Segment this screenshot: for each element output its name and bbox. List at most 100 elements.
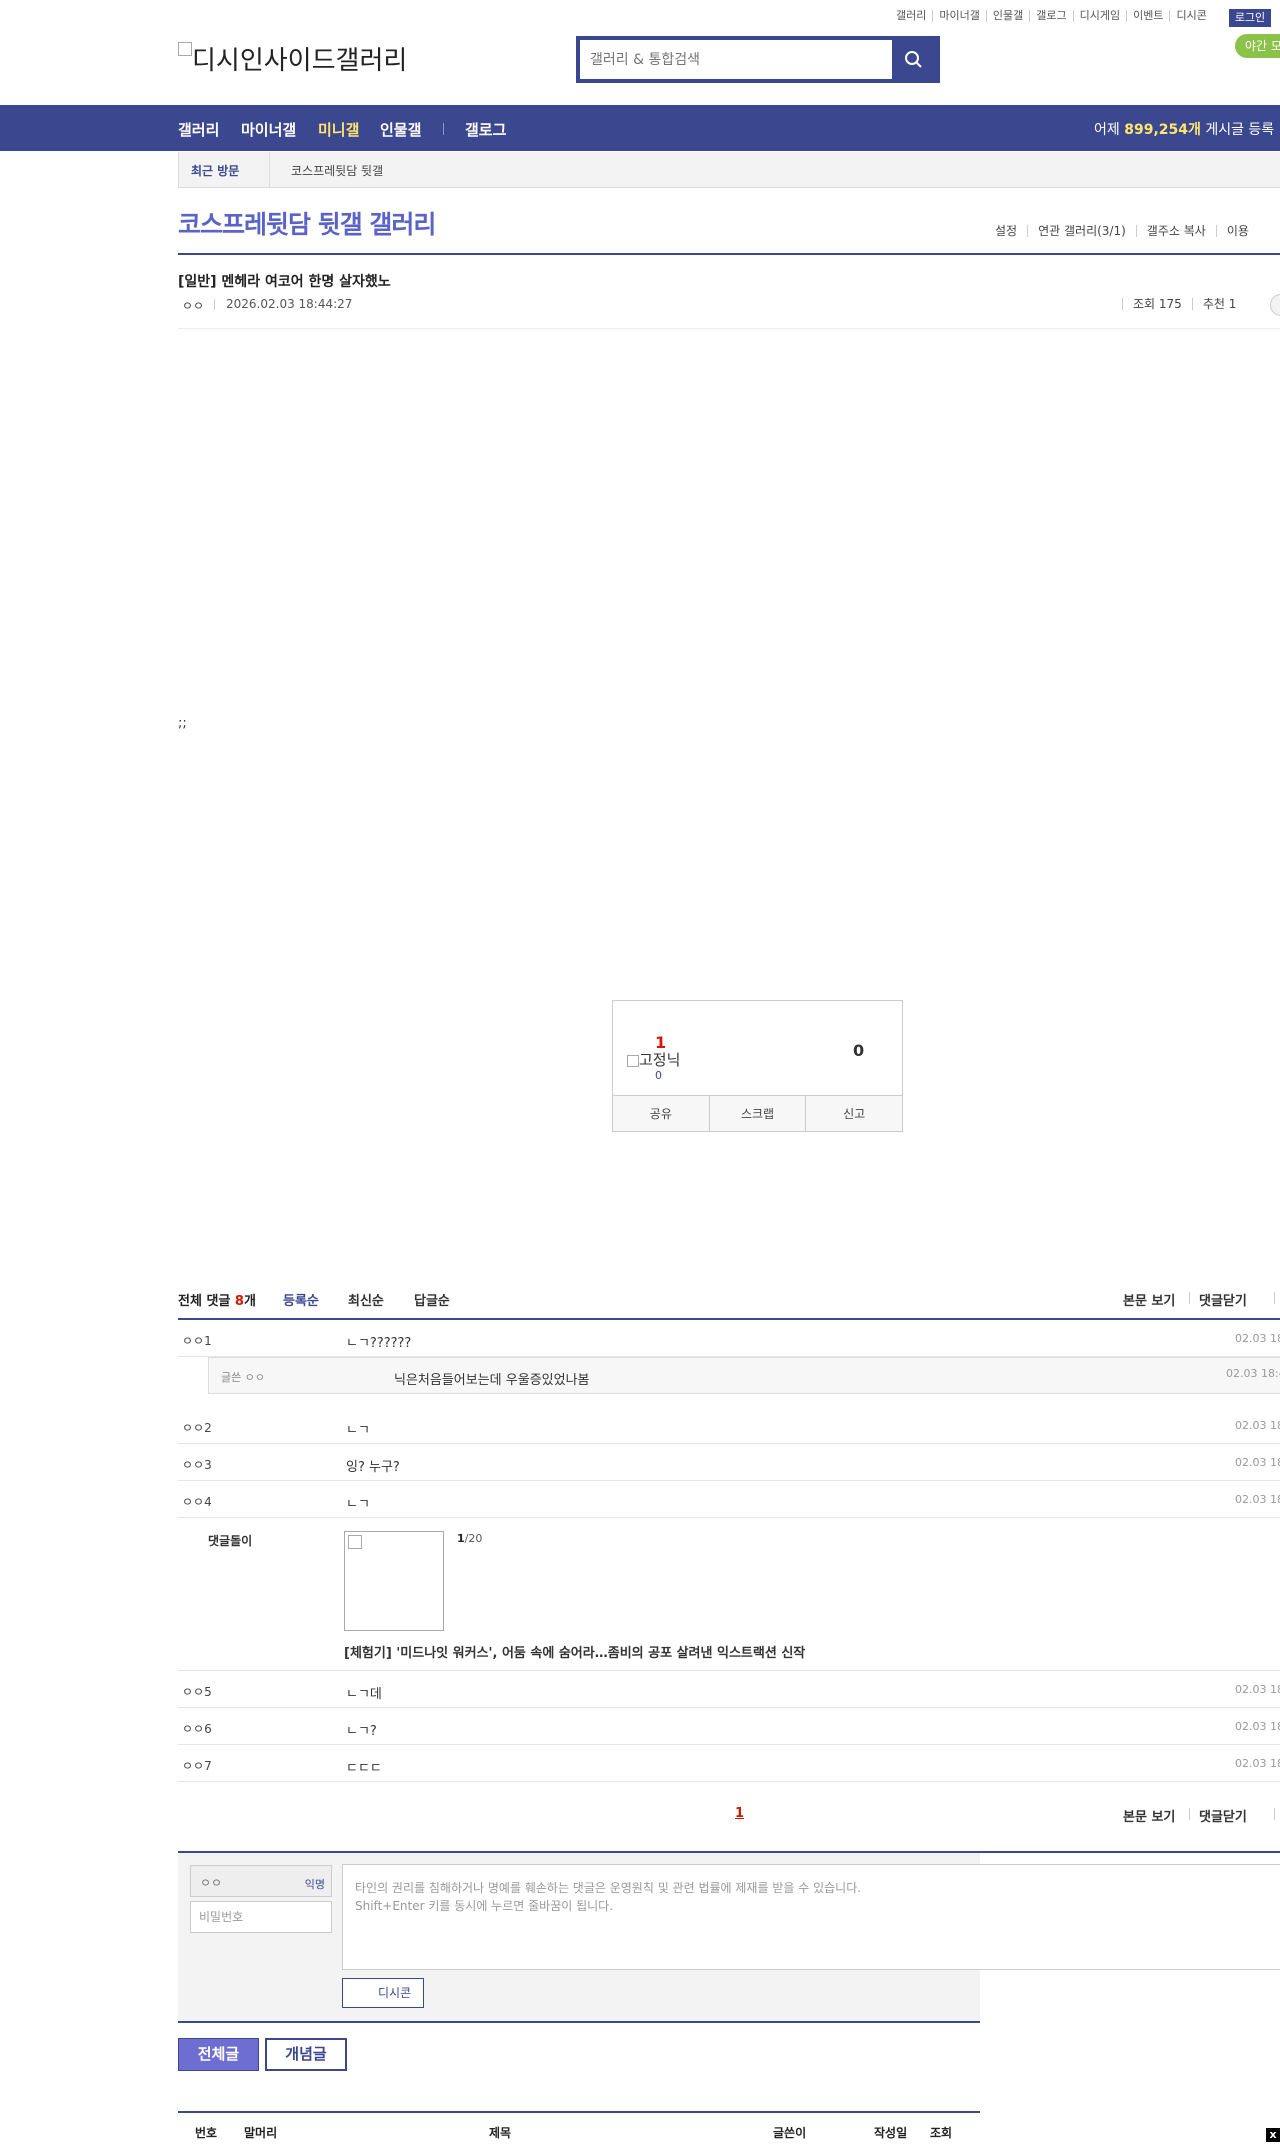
comment-row: ㅇㅇ4 ㄴㄱ 02.03 18 — [178, 1481, 1280, 1518]
close-comments-link[interactable]: 댓글닫기 — [1199, 1290, 1247, 1309]
top-link-dccon[interactable]: 디시콘 — [1169, 10, 1212, 22]
gallery-usage[interactable]: 이용 — [1215, 225, 1259, 237]
view-body-link[interactable]: 본문 보기 — [1123, 1290, 1175, 1309]
list-head-date: 작성일 — [874, 2126, 908, 2140]
comment-count: 8 — [234, 1294, 244, 1309]
post-stat-suffix: 게시글 등록 — [1200, 122, 1275, 138]
night-mode-button[interactable]: 야간 모 — [1235, 34, 1280, 58]
dccon-button[interactable]: 디시콘 — [342, 1978, 424, 2008]
reply-text: 닉은처음들어보는데 우울증있었나봄 — [394, 1373, 590, 1388]
top-link-event[interactable]: 이벤트 — [1126, 10, 1169, 22]
sort-latest[interactable]: 최신순 — [348, 1290, 384, 1309]
top-link-minor[interactable]: 마이너갤 — [932, 10, 985, 22]
comment-placeholder-line1: 타인의 권리를 침해하거나 명예를 훼손하는 댓글은 운영원칙 및 관련 법률에… — [355, 1881, 862, 1895]
fixnick-label: 고정닉 — [639, 1051, 681, 1069]
list-head-title: 제목 — [489, 2126, 512, 2140]
search-button[interactable] — [892, 40, 936, 79]
comment-nick[interactable]: ㅇㅇ4 — [182, 1493, 212, 1510]
comment-date: 02.03 18 — [1235, 1757, 1280, 1770]
recent-visit-item[interactable]: 코스프레뒷담 뒷갤 — [291, 162, 383, 179]
title-divider — [178, 253, 1280, 255]
scrap-button[interactable]: 스크랩 — [708, 1096, 806, 1131]
gallery-settings[interactable]: 설정 — [985, 225, 1027, 237]
comment-password-field[interactable]: 비밀번호 — [190, 1901, 332, 1933]
recent-visits-label[interactable]: 최근 방문 — [191, 162, 239, 179]
comment-date: 02.03 18 — [1235, 1419, 1280, 1432]
post-stat-value: 899,254개 — [1124, 122, 1201, 138]
search-box — [576, 36, 940, 83]
close-ad-button[interactable]: x — [1266, 2128, 1280, 2142]
comment-text: ㄷㄷㄷ — [346, 1761, 382, 1776]
top-link-gallog[interactable]: 갤로그 — [1029, 10, 1072, 22]
anonymous-badge: 익명 — [304, 1878, 325, 1891]
comment-bot-title[interactable]: [체험기] '미드나잇 워커스', 어둠 속에 숨어라…좀비의 공포 살려낸 익… — [344, 1642, 805, 1661]
comment-row: ㅇㅇ6 ㄴㄱ? 02.03 18 — [178, 1708, 1280, 1745]
list-head-views: 조회 — [930, 2126, 953, 2140]
comment-nick[interactable]: ㅇㅇ1 — [182, 1332, 212, 1349]
comment-row: ㅇㅇ5 ㄴㄱ데 02.03 18 — [178, 1671, 1280, 1708]
comment-nick-field[interactable]: ㅇㅇ 익명 — [190, 1865, 332, 1897]
close-comments-link-bottom[interactable]: 댓글닫기 — [1199, 1806, 1247, 1825]
comment-link-separator — [1274, 1808, 1275, 1820]
logo-broken-image-icon — [178, 42, 192, 56]
search-icon — [905, 51, 922, 68]
comment-nick[interactable]: ㅇㅇ5 — [182, 1683, 212, 1700]
all-posts-button[interactable]: 전체글 — [178, 2038, 259, 2071]
top-link-person[interactable]: 인물갤 — [985, 10, 1029, 22]
nav-person[interactable]: 인물갤 — [380, 119, 421, 140]
sort-registered[interactable]: 등록순 — [283, 1290, 319, 1309]
post-views: 조회 175 — [1122, 298, 1192, 310]
top-link-gallery[interactable]: 갤러리 — [890, 10, 932, 22]
nav-separator — [443, 123, 444, 135]
comment-nick[interactable]: ㅇㅇ3 — [182, 1456, 212, 1473]
view-body-link-bottom[interactable]: 본문 보기 — [1123, 1806, 1175, 1825]
post-recommend-count: 추천 1 — [1191, 298, 1247, 310]
sort-replies[interactable]: 답글순 — [414, 1290, 450, 1309]
comment-count-header: 전체 댓글 8개 — [178, 1290, 256, 1309]
nav-gallery[interactable]: 갤러리 — [178, 119, 219, 140]
nav-minor[interactable]: 마이너갤 — [241, 119, 296, 140]
list-head-subject[interactable]: 말머리 — [244, 2124, 277, 2141]
post-more-button[interactable] — [1270, 294, 1280, 316]
post-header-divider — [178, 328, 1280, 329]
post-list-divider — [178, 2111, 980, 2113]
comment-nick[interactable]: ㅇㅇ7 — [182, 1757, 212, 1774]
reply-date: 02.03 18:4 — [1226, 1367, 1280, 1380]
comment-nick[interactable]: ㅇㅇ2 — [182, 1419, 212, 1436]
broken-image-icon — [348, 1535, 362, 1549]
comment-text: ㄴㄱ데 — [346, 1687, 382, 1702]
comment-page-1[interactable]: 1 — [735, 1806, 744, 1821]
report-button[interactable]: 신고 — [805, 1096, 902, 1131]
login-button[interactable]: 로그인 — [1229, 9, 1271, 27]
site-logo[interactable]: 디시인사이드갤러리 — [178, 40, 407, 77]
recent-separator — [269, 152, 270, 187]
copy-gallery-address[interactable]: 갤주소 복사 — [1135, 225, 1216, 237]
comment-bot-thumbnail[interactable] — [344, 1531, 444, 1631]
comment-date: 02.03 18 — [1235, 1493, 1280, 1506]
comment-link-separator — [1274, 1292, 1275, 1304]
post-stat: 어제 899,254개 게시글 등록 — [1094, 119, 1274, 139]
search-input[interactable] — [584, 43, 888, 77]
comment-bot-label: 댓글돌이 — [208, 1534, 253, 1548]
comment-date: 02.03 18 — [1235, 1683, 1280, 1696]
fixnick-recommend-button[interactable]: 고정닉 — [627, 1049, 680, 1070]
nav-mini[interactable]: 미니갤 — [318, 119, 359, 140]
concept-posts-button[interactable]: 개념글 — [265, 2038, 347, 2071]
logo-text: 디시인사이드갤러리 — [192, 46, 408, 76]
post-author-separator — [214, 299, 215, 310]
comment-nick[interactable]: ㅇㅇ6 — [182, 1720, 212, 1737]
comment-text: 잉? 누구? — [346, 1460, 400, 1475]
comment-text: ㄴㄱ? — [346, 1724, 377, 1739]
gallery-menu: 설정 연관 갤러리(3/1) 갤주소 복사 이용 — [985, 225, 1259, 237]
reply-nick[interactable]: 글쓴 ㅇㅇ — [221, 1369, 265, 1385]
post-body: ;; — [178, 716, 187, 731]
post-author[interactable]: ㅇㅇ — [182, 297, 204, 314]
top-link-dcgame[interactable]: 디시게임 — [1072, 10, 1126, 22]
comment-link-separator — [1189, 1808, 1190, 1820]
share-button[interactable]: 공유 — [613, 1096, 709, 1131]
related-galleries[interactable]: 연관 갤러리(3/1) — [1027, 225, 1136, 237]
comment-textarea[interactable]: 타인의 권리를 침해하거나 명예를 훼손하는 댓글은 운영원칙 및 관련 법률에… — [342, 1864, 1280, 1970]
comment-count-suffix: 개 — [243, 1294, 256, 1309]
nav-gallog[interactable]: 갤로그 — [465, 119, 506, 140]
gallery-title[interactable]: 코스프레뒷담 뒷갤 갤러리 — [178, 205, 436, 241]
